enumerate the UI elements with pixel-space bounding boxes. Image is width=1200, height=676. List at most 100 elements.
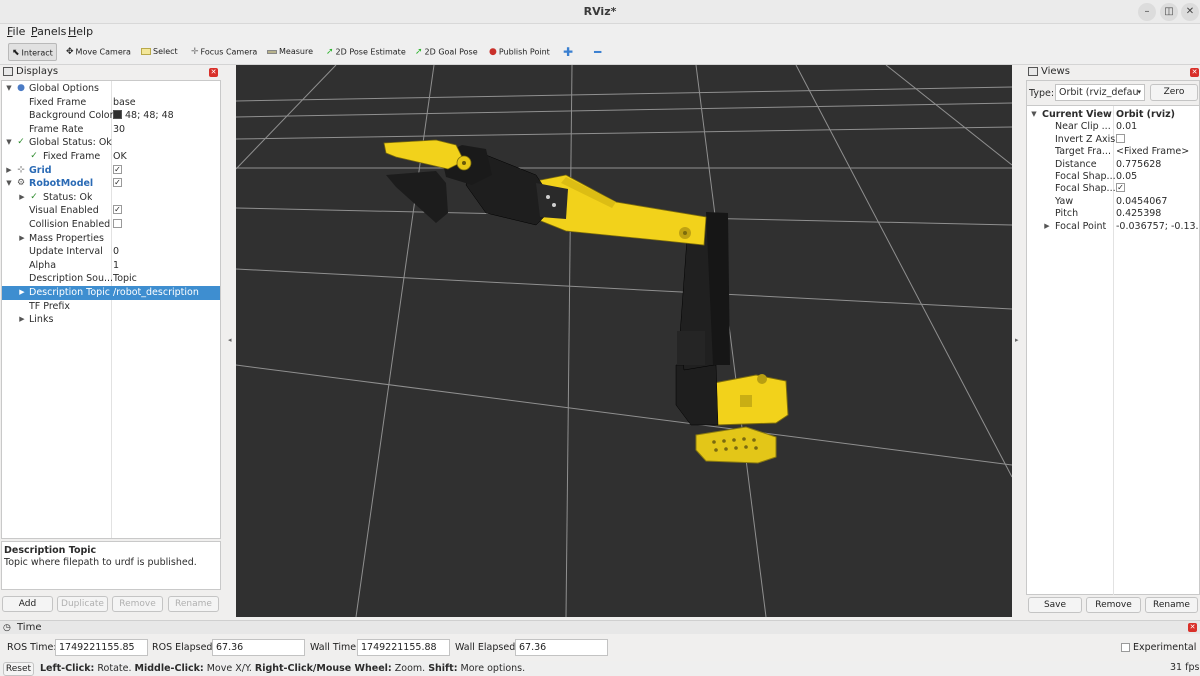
chevron-right-icon: ▶: [19, 192, 25, 201]
description-text: Topic where filepath to urdf is publishe…: [4, 557, 197, 568]
focal-shape-fixed-checkbox[interactable]: ✓: [1116, 183, 1125, 193]
grid-enabled-checkbox[interactable]: ✓: [113, 164, 122, 174]
select-tool-button[interactable]: Select: [141, 43, 178, 61]
status-bar: Reset Left-Click: Rotate. Middle-Click: …: [0, 661, 1200, 676]
fps-counter: 31 fps: [1170, 662, 1200, 673]
ros-elapsed-field[interactable]: 67.36: [212, 639, 305, 656]
toolbar: ⬉ Interact ✥ Move Camera Select ✛ Focus Cam…: [0, 40, 1200, 65]
green-arrow-icon: ➚: [415, 47, 423, 57]
invert-z-checkbox[interactable]: [1116, 133, 1125, 143]
menu-bar: File Panels Help: [0, 24, 1200, 40]
property-description-box: Description Topic Topic where filepath t…: [1, 541, 221, 590]
chevron-right-icon: ▶: [19, 315, 25, 324]
mouse-help-text: Left-Click: Rotate. Middle-Click: Move X…: [40, 663, 526, 674]
collapse-left-icon[interactable]: ◂: [228, 336, 232, 344]
ground-grid: [236, 65, 1012, 617]
type-label: Type:: [1029, 88, 1055, 99]
globe-icon: ●: [17, 83, 25, 93]
measure-tool-button[interactable]: Measure: [267, 43, 313, 61]
chevron-right-icon: ▶: [19, 233, 25, 242]
description-title: Description Topic: [4, 545, 97, 556]
tree-row-background-color[interactable]: Background Color 48; 48; 48: [2, 109, 220, 123]
tree-row-collision-enabled[interactable]: Collision Enabled: [2, 218, 220, 232]
check-icon: ✓: [17, 137, 25, 148]
2d-goal-pose-tool-button[interactable]: ➚ 2D Goal Pose: [415, 43, 478, 61]
views-panel: Type: Orbit (rviz_defau ▾ Zero ▼ Current…: [1026, 80, 1200, 595]
close-panel-icon[interactable]: ✕: [1190, 68, 1199, 77]
wall-elapsed-field[interactable]: 67.36: [515, 639, 608, 656]
view-type-select[interactable]: Orbit (rviz_defau ▾: [1055, 84, 1145, 101]
select-icon: [141, 48, 151, 55]
add-display-button[interactable]: Add: [2, 596, 53, 612]
move-camera-tool-button[interactable]: ✥ Move Camera: [66, 43, 131, 61]
green-arrow-icon: ➚: [326, 47, 334, 57]
displays-tree[interactable]: ▼ ● Global Options Fixed Frame base Back…: [1, 80, 221, 539]
rename-display-button[interactable]: Rename: [168, 596, 219, 612]
tree-row-global-options[interactable]: ▼ ● Global Options: [2, 82, 220, 96]
chevron-right-icon: ▶: [19, 288, 25, 296]
close-icon[interactable]: ✕: [1181, 3, 1199, 21]
tree-row-visual-enabled[interactable]: Visual Enabled ✓: [2, 204, 220, 218]
tree-row-tf-prefix[interactable]: TF Prefix: [2, 300, 220, 314]
tree-row-fixed-frame[interactable]: Fixed Frame base: [2, 96, 220, 110]
render-viewport[interactable]: [236, 65, 1012, 617]
tree-row-focal-point[interactable]: ▶ Focal Point -0.036757; -0.13...: [1027, 220, 1199, 234]
tree-row-fixed-frame-status[interactable]: ✓ Fixed Frame OK: [2, 150, 220, 164]
wall-time-field[interactable]: 1749221155.88: [357, 639, 450, 656]
duplicate-display-button[interactable]: Duplicate: [57, 596, 108, 612]
title-bar: RViz* – ◫ ✕: [0, 0, 1200, 24]
reset-button[interactable]: Reset: [3, 662, 34, 676]
menu-help[interactable]: Help: [68, 25, 93, 38]
tree-row-status-ok[interactable]: ▶ ✓ Status: Ok: [2, 191, 220, 205]
add-tool-icon[interactable]: ✚: [563, 43, 573, 61]
zero-button[interactable]: Zero: [1150, 84, 1198, 101]
tree-row-frame-rate[interactable]: Frame Rate 30: [2, 123, 220, 137]
visual-enabled-checkbox[interactable]: ✓: [113, 205, 122, 215]
chevron-down-icon: ▾: [1137, 88, 1141, 96]
remove-view-button[interactable]: Remove: [1086, 597, 1141, 613]
color-swatch[interactable]: [113, 110, 122, 120]
chevron-down-icon: ▼: [6, 138, 12, 147]
save-view-button[interactable]: Save: [1028, 597, 1082, 613]
rename-view-button[interactable]: Rename: [1145, 597, 1198, 613]
displays-panel-header: Displays ✕: [3, 66, 221, 79]
views-panel-header: Views ✕: [1028, 66, 1199, 79]
experimental-checkbox[interactable]: [1121, 643, 1130, 652]
tree-row-robot-model[interactable]: ▼ ⚙ RobotModel ✓: [2, 177, 220, 191]
scene-svg[interactable]: [236, 65, 1012, 617]
collision-enabled-checkbox[interactable]: [113, 219, 122, 228]
tree-row-description-source[interactable]: Description Sou... Topic: [2, 272, 220, 286]
2d-pose-estimate-tool-button[interactable]: ➚ 2D Pose Estimate: [326, 43, 406, 61]
ros-time-field[interactable]: 1749221155.85: [55, 639, 148, 656]
close-panel-icon[interactable]: ✕: [209, 68, 218, 77]
tree-row-update-interval[interactable]: Update Interval 0: [2, 245, 220, 259]
minimize-icon[interactable]: –: [1138, 3, 1156, 21]
remove-display-button[interactable]: Remove: [112, 596, 163, 612]
maximize-icon[interactable]: ◫: [1160, 3, 1178, 21]
tree-row-mass-properties[interactable]: ▶ Mass Properties: [2, 232, 220, 246]
close-panel-icon[interactable]: ✕: [1188, 623, 1197, 632]
move-camera-icon: ✥: [66, 47, 74, 57]
tree-row-alpha[interactable]: Alpha 1: [2, 259, 220, 273]
menu-panels[interactable]: Panels: [31, 25, 66, 38]
map-pin-icon: ●: [489, 47, 497, 57]
focus-camera-tool-button[interactable]: ✛ Focus Camera: [191, 43, 257, 61]
remove-tool-icon[interactable]: ━: [594, 43, 601, 61]
check-icon: ✓: [30, 151, 38, 161]
publish-point-tool-button[interactable]: ● Publish Point: [489, 43, 550, 61]
robotmodel-enabled-checkbox[interactable]: ✓: [113, 178, 122, 188]
camera-icon: [1028, 66, 1038, 76]
views-tree[interactable]: ▼ Current View Orbit (rviz) Near Clip ..…: [1027, 105, 1199, 595]
collapse-right-icon[interactable]: ▸: [1015, 336, 1019, 344]
tree-row-links[interactable]: ▶ Links: [2, 313, 220, 327]
tree-row-grid[interactable]: ▶ ⊹ Grid ✓: [2, 164, 220, 178]
menu-file[interactable]: File: [7, 25, 25, 38]
interact-tool-button[interactable]: ⬉ Interact: [8, 43, 57, 61]
tree-row-global-status[interactable]: ▼ ✓ Global Status: Ok: [2, 136, 220, 150]
clock-icon: ◷: [3, 623, 11, 633]
monitor-icon: [3, 66, 13, 76]
time-panel-header: ◷ Time ✕: [0, 620, 1200, 634]
tree-row-description-topic[interactable]: ▶ Description Topic /robot_description: [2, 286, 220, 300]
window-title: RViz*: [583, 5, 617, 18]
chevron-down-icon: ▼: [6, 179, 12, 188]
